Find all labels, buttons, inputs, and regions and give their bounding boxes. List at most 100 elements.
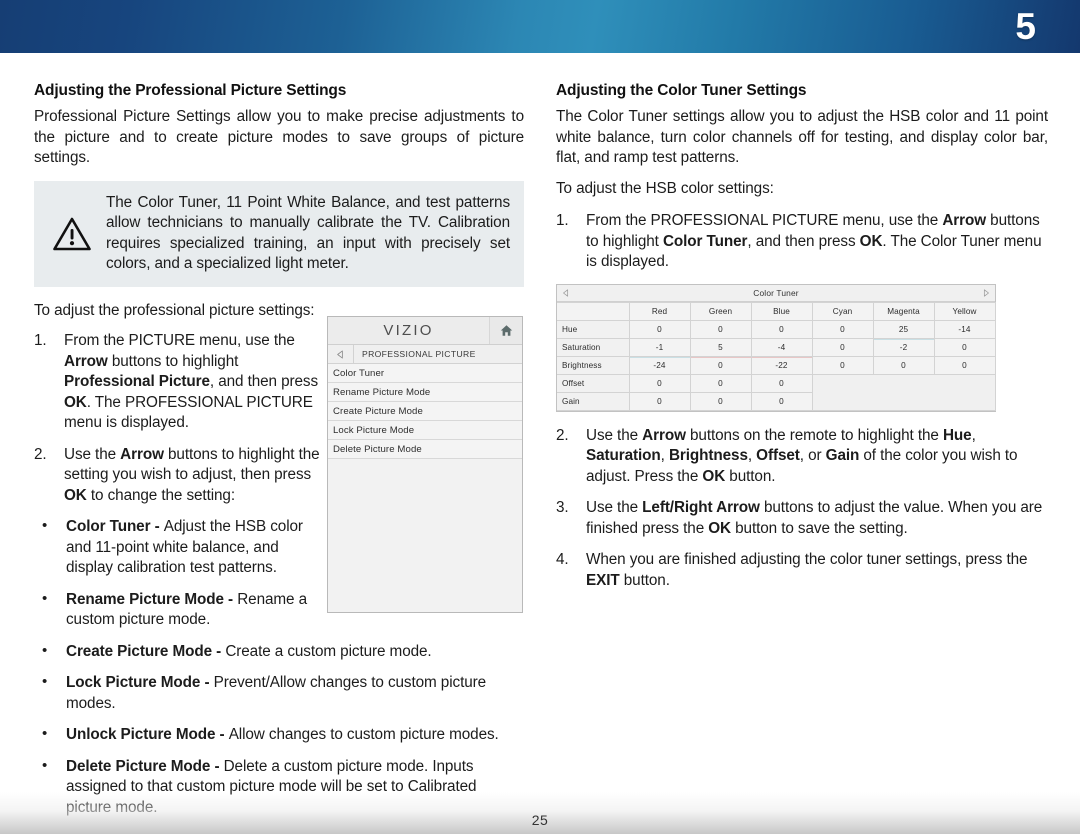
bullet-create-picture-mode: • Create Picture Mode - Create a custom …	[34, 642, 524, 663]
cell-saturation-red[interactable]: -1	[628, 337, 691, 357]
tv-menu-item-rename-picture-mode[interactable]: Rename Picture Mode	[328, 383, 522, 402]
back-arrow-icon[interactable]	[328, 344, 354, 364]
tv-menu-item-lock-picture-mode[interactable]: Lock Picture Mode	[328, 421, 522, 440]
right-intro-paragraph: The Color Tuner settings allow you to ad…	[556, 108, 1048, 166]
cell-brightness-blue[interactable]: -22	[750, 355, 813, 375]
row-label-gain: Gain	[557, 391, 630, 411]
right-step-3-number: 3.	[556, 499, 569, 516]
bullet-unlock-picture-mode: • Unlock Picture Mode - Allow changes to…	[34, 725, 524, 746]
page-number: 25	[531, 812, 549, 828]
col-header-magenta: Magenta	[872, 301, 935, 321]
bullet-marker: •	[42, 517, 48, 534]
right-step-3-text: Use the Left/Right Arrow buttons to adju…	[586, 499, 1043, 537]
bullet-marker: •	[42, 673, 48, 690]
table-row: Offset 0 0 0	[557, 373, 996, 411]
bullet-lock-picture-mode: • Lock Picture Mode - Prevent/Allow chan…	[34, 673, 524, 714]
cell-saturation-green[interactable]: 5	[689, 337, 752, 357]
cell-offset-blue[interactable]: 0	[750, 373, 813, 393]
professional-picture-menu-screenshot: VIZIO PROFESSIONAL PICTURE Color Tuner R…	[327, 316, 523, 613]
bullet-rename-picture-mode-text: Rename Picture Mode - Rename a custom pi…	[66, 590, 307, 629]
left-intro-paragraph: Professional Picture Settings allow you …	[34, 108, 524, 166]
col-header-red: Red	[628, 301, 691, 321]
warning-triangle-icon	[52, 216, 92, 252]
tv-menu-breadcrumb: PROFESSIONAL PICTURE	[328, 344, 522, 364]
table-row: Brightness -24 0 -22 0 0 0	[557, 355, 996, 375]
bullet-marker: •	[42, 589, 48, 607]
row-label-brightness: Brightness	[557, 355, 630, 375]
table-row: Hue 0 0 0 0 25 -14	[557, 319, 996, 339]
cell-brightness-green[interactable]: 0	[689, 355, 752, 375]
cell-offset-red[interactable]: 0	[628, 373, 691, 393]
cell-saturation-cyan[interactable]: 0	[811, 337, 874, 357]
cell-saturation-magenta[interactable]: -2	[872, 337, 935, 357]
right-step-4: 4. When you are finished adjusting the c…	[556, 550, 1048, 591]
left-arrow-icon[interactable]	[557, 288, 575, 297]
cell-hue-green[interactable]: 0	[689, 319, 752, 339]
cell-hue-magenta[interactable]: 25	[872, 319, 935, 339]
bullet-marker: •	[42, 641, 48, 659]
cell-brightness-cyan[interactable]: 0	[811, 355, 874, 375]
right-lead-in: To adjust the HSB color settings:	[556, 179, 774, 197]
right-steps-list-part2: 2. Use the Arrow buttons on the remote t…	[556, 426, 1048, 592]
empty-region	[811, 373, 996, 411]
right-step-2-number: 2.	[556, 426, 569, 444]
row-label-saturation: Saturation	[557, 337, 630, 357]
right-steps-list-part1: 1. From the PROFESSIONAL PICTURE menu, u…	[556, 211, 1048, 273]
bullet-color-tuner-text: Color Tuner - Adjust the HSB color and 1…	[66, 518, 303, 576]
col-header-blue: Blue	[750, 301, 813, 321]
color-tuner-table-screenshot: Color Tuner Red Green Blue Cyan Magenta …	[556, 283, 996, 412]
note-text: The Color Tuner, 11 Point White Balance,…	[106, 193, 510, 273]
tv-menu-breadcrumb-label: PROFESSIONAL PICTURE	[362, 349, 476, 359]
left-step-2-text: Use the Arrow buttons to highlight the s…	[64, 445, 320, 504]
home-icon[interactable]	[490, 317, 522, 344]
left-step-1-number: 1.	[34, 332, 47, 349]
col-header-yellow: Yellow	[933, 301, 996, 321]
row-label-offset: Offset	[557, 373, 630, 393]
cell-hue-yellow[interactable]: -14	[933, 319, 996, 339]
corner-cell	[557, 301, 630, 321]
cell-brightness-magenta[interactable]: 0	[872, 355, 935, 375]
right-step-2: 2. Use the Arrow buttons on the remote t…	[556, 426, 1048, 488]
note-callout-box: The Color Tuner, 11 Point White Balance,…	[34, 180, 524, 287]
cell-hue-red[interactable]: 0	[628, 319, 691, 339]
tv-menu-item-create-picture-mode[interactable]: Create Picture Mode	[328, 402, 522, 421]
right-step-4-text: When you are finished adjusting the colo…	[586, 551, 1028, 589]
color-tuner-title: Color Tuner	[753, 287, 799, 298]
table-row: Saturation -1 5 -4 0 -2 0	[557, 337, 996, 357]
color-tuner-titlebar: Color Tuner	[557, 284, 995, 302]
right-step-2-text: Use the Arrow buttons on the remote to h…	[586, 426, 1018, 485]
tv-menu-topbar: VIZIO	[328, 317, 522, 345]
right-step-4-number: 4.	[556, 551, 569, 568]
bullet-unlock-picture-mode-text: Unlock Picture Mode - Allow changes to c…	[66, 726, 499, 743]
left-section-title: Adjusting the Professional Picture Setti…	[34, 82, 347, 99]
cell-gain-blue[interactable]: 0	[750, 391, 813, 411]
cell-saturation-blue[interactable]: -4	[750, 337, 813, 357]
page-header-band: 5	[0, 0, 1080, 53]
right-step-1: 1. From the PROFESSIONAL PICTURE menu, u…	[556, 211, 1048, 273]
color-tuner-table: Red Green Blue Cyan Magenta Yellow Hue 0…	[557, 301, 996, 411]
cell-offset-green[interactable]: 0	[689, 373, 752, 393]
cell-brightness-red[interactable]: -24	[628, 355, 691, 375]
bullet-lock-picture-mode-text: Lock Picture Mode - Prevent/Allow change…	[66, 674, 487, 712]
col-header-cyan: Cyan	[811, 301, 874, 321]
color-tuner-header-row: Red Green Blue Cyan Magenta Yellow	[557, 301, 996, 321]
cell-saturation-yellow[interactable]: 0	[933, 337, 996, 357]
right-section-title: Adjusting the Color Tuner Settings	[556, 82, 807, 99]
tv-menu-item-color-tuner[interactable]: Color Tuner	[328, 364, 522, 383]
cell-hue-cyan[interactable]: 0	[811, 319, 874, 339]
right-step-3: 3. Use the Left/Right Arrow buttons to a…	[556, 498, 1048, 539]
row-label-hue: Hue	[557, 319, 630, 339]
cell-hue-blue[interactable]: 0	[750, 319, 813, 339]
cell-brightness-yellow[interactable]: 0	[933, 355, 996, 375]
bullet-marker: •	[42, 725, 48, 742]
col-header-green: Green	[689, 301, 752, 321]
cell-gain-red[interactable]: 0	[628, 391, 691, 411]
left-step-2-number: 2.	[34, 445, 47, 463]
cell-gain-green[interactable]: 0	[689, 391, 752, 411]
right-column: Adjusting the Color Tuner Settings The C…	[556, 82, 1048, 602]
chapter-number: 5	[1015, 6, 1036, 47]
right-arrow-icon[interactable]	[977, 288, 995, 297]
tv-menu-item-delete-picture-mode[interactable]: Delete Picture Mode	[328, 440, 522, 459]
right-step-1-text: From the PROFESSIONAL PICTURE menu, use …	[586, 212, 1042, 270]
right-step-1-number: 1.	[556, 212, 569, 229]
